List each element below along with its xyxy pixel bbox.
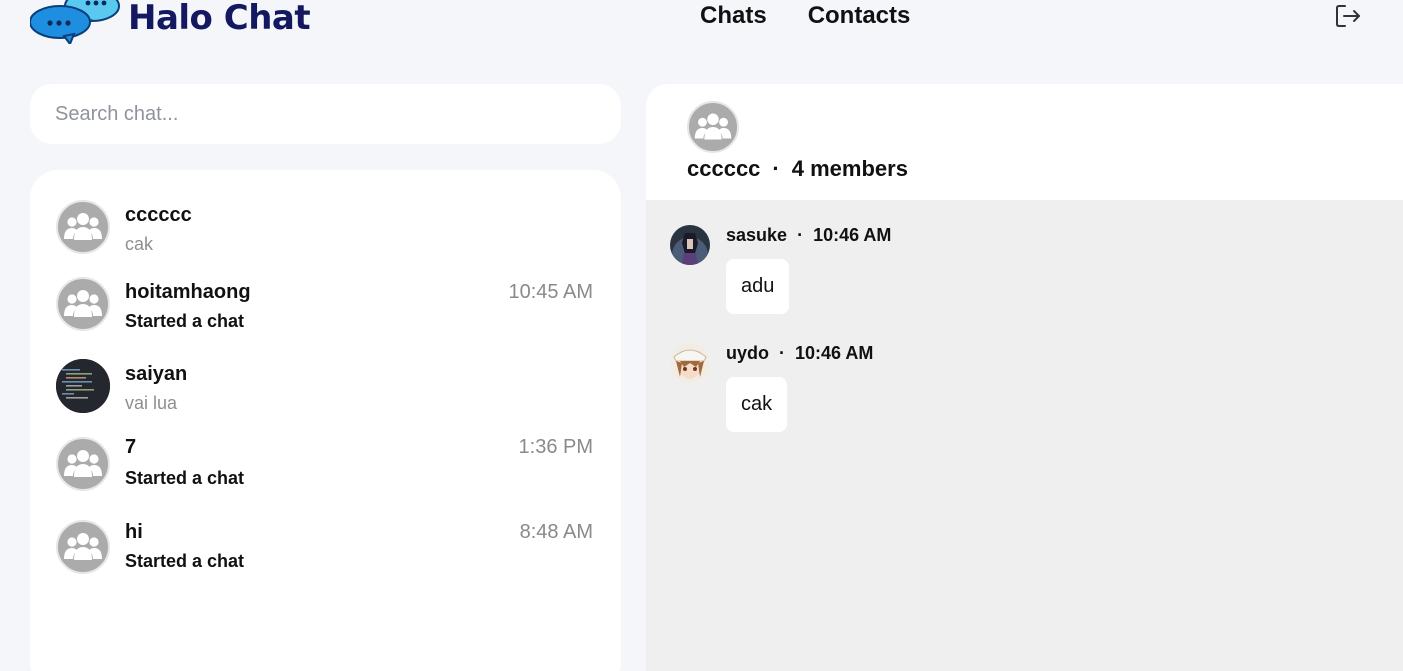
nav-contacts[interactable]: Contacts [808,0,911,32]
chat-item-7[interactable]: 7 Started a chat 1:36 PM [30,436,621,507]
group-icon [64,450,102,477]
chat-name: saiyan [125,363,188,385]
nav-chats[interactable]: Chats [700,0,767,32]
chat-preview: Started a chat [125,551,245,571]
chat-bubbles-logo-icon [30,0,120,44]
group-icon [64,533,102,560]
anime-girl-avatar-icon [670,343,710,383]
chat-preview: cak [125,234,154,254]
logout-icon[interactable] [1334,2,1362,30]
conversation-panel: cccccc · 4 members sasuke · 10:46 AM adu [646,84,1403,671]
separator-dot: · [772,156,780,181]
sender-name: uydo [726,343,769,363]
chat-list: cccccc cak hoitamhaong Started a chat 10… [30,170,621,671]
chat-preview: Started a chat [125,311,245,331]
conversation-avatar[interactable] [687,101,739,153]
chat-item-hoitamhaong[interactable]: hoitamhaong Started a chat 10:45 AM [30,277,621,347]
chat-preview: Started a chat [125,468,245,488]
chat-name: 7 [125,436,137,458]
chat-name: hoitamhaong [125,281,251,303]
sender-avatar[interactable] [670,343,710,383]
group-icon [64,290,102,317]
chat-time: 8:48 AM [519,521,593,543]
chat-item-hi[interactable]: hi Started a chat 8:48 AM [30,520,621,590]
message-meta: uydo · 10:46 AM [726,343,873,364]
group-avatar [56,200,110,254]
code-screenshot-photo-icon [56,359,110,413]
message-meta: sasuke · 10:46 AM [726,225,891,246]
chat-item-saiyan[interactable]: saiyan vai lua [30,359,621,429]
code-screenshot-avatar [56,359,110,413]
conversation-title: cccccc · 4 members [687,156,908,182]
sasuke-avatar-icon [670,225,710,265]
chat-preview: vai lua [125,393,178,413]
sender-name: sasuke [726,225,788,245]
separator-dot: · [797,225,804,245]
top-bar: Halo Chat Chats Contacts [0,0,1403,50]
app-name: Halo Chat [128,0,311,38]
chat-time: 10:45 AM [508,281,593,303]
group-avatar [56,277,110,331]
group-icon [694,113,732,140]
app-logo[interactable]: Halo Chat [30,0,311,44]
search-input[interactable] [30,84,621,144]
sender-avatar[interactable] [670,225,710,265]
message-time: 10:46 AM [795,343,874,363]
group-avatar [56,520,110,574]
message-bubble[interactable]: adu [726,259,790,314]
search-box [30,84,621,144]
member-count: 4 members [791,156,908,181]
message-time: 10:46 AM [813,225,892,245]
chat-time: 1:36 PM [518,436,593,458]
conversation-name: cccccc [687,156,761,181]
chat-item-cccccc[interactable]: cccccc cak [30,200,621,270]
group-icon [64,213,102,240]
main-nav: Chats Contacts [700,0,910,32]
group-avatar [56,437,110,491]
chat-name: hi [125,521,143,543]
conversation-header: cccccc · 4 members [646,84,1403,200]
separator-dot: · [779,343,785,363]
message-bubble[interactable]: cak [726,377,788,432]
chat-name: cccccc [125,204,192,226]
